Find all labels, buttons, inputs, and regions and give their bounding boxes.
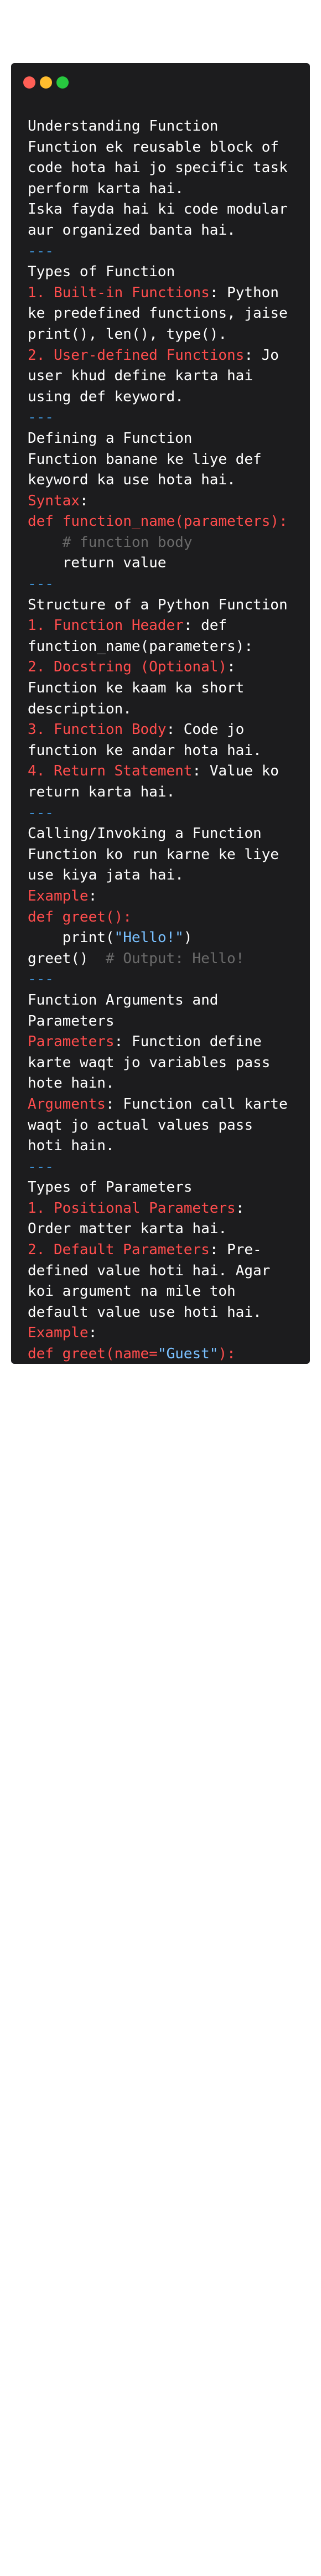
separator-text: --- — [28, 804, 54, 821]
code-line: # function body — [28, 532, 288, 554]
code-line: def greet(): — [28, 907, 288, 928]
text-line: Calling/Invoking a Function — [28, 825, 262, 842]
labeled-line: Arguments: Function call karte waqt jo a… — [28, 1094, 288, 1157]
code-line: def greet(name="Guest"): — [28, 1344, 288, 1364]
separator-text: --- — [28, 242, 54, 260]
text-line: Understanding Function — [28, 118, 219, 135]
text-line: Structure of a Python Function — [28, 596, 288, 613]
text-line: Function ko run karne ke liye use kiya j… — [28, 846, 288, 884]
code-content: Understanding Function Function ek reusab… — [28, 116, 288, 1364]
label-text: : — [88, 887, 97, 904]
keyword-token: greet(name= — [62, 1346, 158, 1363]
labeled-line: 1. Function Header: def function_name(pa… — [28, 615, 288, 657]
keyword-token: def — [28, 1346, 54, 1363]
labeled-line: 2. User-defined Functions: Jo user khud … — [28, 345, 288, 408]
highlighted-label: 1. Positional Parameters — [28, 1199, 236, 1217]
code-line: greet() # Output: Hello! — [28, 950, 245, 967]
labeled-line: Syntax: — [28, 491, 288, 512]
highlighted-label: Syntax — [28, 492, 80, 509]
comment-token: # function body — [62, 534, 193, 551]
labeled-line: 3. Function Body: Code jo function ke an… — [28, 720, 288, 761]
separator-line: --- — [28, 241, 288, 262]
highlighted-label: Example — [28, 887, 89, 904]
keyword-token: function_name(parameters): — [62, 513, 288, 530]
labeled-line: 2. Docstring (Optional): Function ke kaa… — [28, 657, 288, 720]
labeled-line: 2. Default Parameters: Pre-defined value… — [28, 1240, 288, 1323]
highlighted-label: 3. Function Body — [28, 721, 167, 738]
code-window: Understanding Function Function ek reusab… — [11, 63, 310, 1364]
keyword-token: def — [28, 908, 54, 925]
labeled-line: 1. Positional Parameters: Order matter k… — [28, 1198, 288, 1240]
string-token: "Guest" — [157, 1346, 219, 1363]
highlighted-label: 2. Docstring (Optional) — [28, 659, 227, 676]
keyword-token: ): — [218, 1346, 236, 1363]
highlighted-label: 2. User-defined Functions — [28, 346, 245, 364]
string-token: "Hello!" — [114, 929, 184, 946]
label-text: : — [88, 1325, 97, 1342]
code-line: def function_name(parameters): — [28, 511, 288, 532]
highlighted-label: 2. Default Parameters — [28, 1242, 210, 1259]
highlighted-label: 1. Function Header — [28, 617, 184, 634]
highlighted-label: 4. Return Statement — [28, 763, 193, 780]
separator-line: --- — [28, 574, 288, 595]
labeled-line: Example: — [28, 886, 288, 907]
highlighted-label: Parameters — [28, 1033, 115, 1051]
minimize-window-dot[interactable] — [40, 76, 52, 89]
text-line: Iska fayda hai ki code modular aur organ… — [28, 201, 297, 239]
separator-text: --- — [28, 576, 54, 593]
text-line: Types of Parameters — [28, 1179, 193, 1196]
code-line: print("Hello!") — [28, 929, 193, 946]
labeled-line: Example: — [28, 1323, 288, 1344]
labeled-line: 4. Return Statement: Value ko return kar… — [28, 761, 288, 803]
keyword-token: greet(): — [62, 908, 132, 925]
text-line: Function Arguments and Parameters — [28, 991, 227, 1030]
separator-text: --- — [28, 971, 54, 988]
separator-text: --- — [28, 409, 54, 426]
maximize-window-dot[interactable] — [56, 76, 69, 89]
text-line: Function banane ke liye def keyword ka u… — [28, 451, 271, 489]
close-window-dot[interactable] — [23, 76, 35, 89]
code-line: return value — [28, 555, 167, 572]
text-line: Types of Function — [28, 263, 175, 281]
window-controls — [23, 76, 69, 89]
text-line: Function ek reusable block of code hota … — [28, 138, 297, 197]
labeled-line: 1. Built-in Functions: Python ke predefi… — [28, 283, 288, 345]
highlighted-label: 1. Built-in Functions — [28, 284, 210, 301]
highlighted-label: Arguments — [28, 1095, 106, 1113]
label-text: : — [79, 492, 89, 509]
comment-token: # Output: Hello! — [105, 950, 245, 967]
separator-line: --- — [28, 407, 288, 428]
separator-line: --- — [28, 969, 288, 990]
separator-line: --- — [28, 1157, 288, 1178]
keyword-token: def — [28, 513, 54, 530]
highlighted-label: Example — [28, 1325, 89, 1342]
separator-text: --- — [28, 1158, 54, 1175]
labeled-line: Parameters: Function define karte waqt j… — [28, 1032, 288, 1094]
text-line: Defining a Function — [28, 430, 193, 447]
separator-line: --- — [28, 803, 288, 824]
